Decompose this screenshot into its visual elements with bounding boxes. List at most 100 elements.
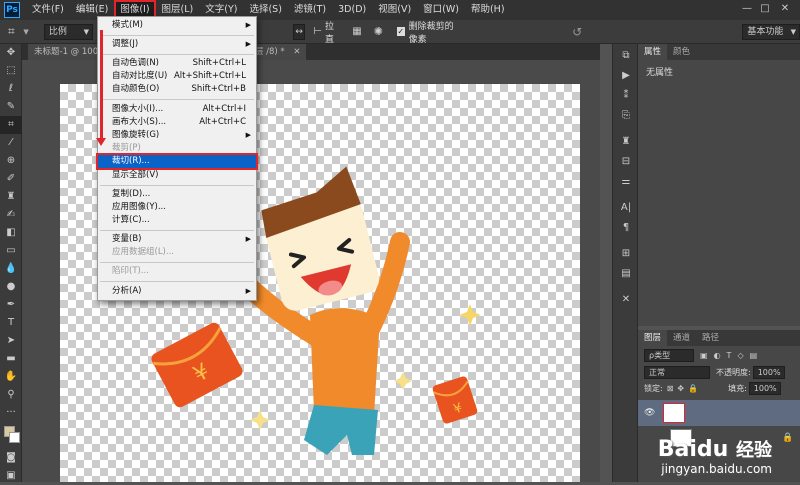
reset-icon[interactable]: ↺: [572, 25, 582, 39]
lock-all-icon[interactable]: 🔒: [688, 384, 698, 393]
move-tool-icon[interactable]: ✥: [0, 44, 22, 62]
blend-row: 正常 不透明度: 100%: [638, 364, 800, 380]
clone-source-icon[interactable]: ⎘: [613, 106, 639, 126]
menu-filter[interactable]: 滤镜(T): [288, 0, 332, 20]
visibility-eye-icon[interactable]: 👁: [644, 408, 655, 418]
adjustments-icon[interactable]: ⊟: [613, 152, 639, 172]
ratio-select[interactable]: 比例 ▼: [43, 23, 93, 40]
menu-item-canvas-size[interactable]: 画布大小(S)... Alt+Ctrl+C: [98, 116, 256, 129]
brush-tool-icon[interactable]: ✐: [0, 170, 22, 188]
menu-item-trim[interactable]: 裁切(R)...: [96, 153, 258, 170]
fill-input[interactable]: 100%: [748, 381, 781, 395]
blur-tool-icon[interactable]: 💧: [0, 260, 22, 278]
tab-color[interactable]: 颜色: [667, 44, 696, 60]
filter-shape-icon[interactable]: ◇: [737, 351, 743, 360]
menu-item-apply-image[interactable]: 应用图像(Y)...: [98, 201, 256, 214]
menu-3d[interactable]: 3D(D): [332, 0, 372, 20]
menu-item-mode[interactable]: 模式(M) ▶: [98, 19, 256, 32]
shape-tool-icon[interactable]: ▬: [0, 350, 22, 368]
grid-overlay-icon[interactable]: ▦: [352, 26, 361, 37]
blend-mode-select[interactable]: 正常: [644, 365, 710, 379]
menu-file[interactable]: 文件(F): [26, 0, 70, 20]
clear-button[interactable]: ↔: [293, 23, 306, 40]
brush-presets-icon[interactable]: ⁑: [613, 86, 639, 106]
menu-item-adjustments[interactable]: 调整(J) ▶: [98, 38, 256, 51]
stamp-tool-icon[interactable]: ♜: [0, 188, 22, 206]
workspace-select[interactable]: 基本功能 ▼: [742, 23, 800, 40]
tab-properties[interactable]: 属性: [638, 44, 668, 60]
sliders-icon[interactable]: ⚌: [613, 172, 639, 192]
menu-item-label: 陷印(T)...: [112, 266, 149, 276]
menu-item-analysis[interactable]: 分析(A) ▶: [98, 285, 256, 298]
menu-item-auto-color[interactable]: 自动颜色(O) Shift+Ctrl+B: [98, 83, 256, 96]
layer-filter-select[interactable]: ρ类型: [644, 348, 694, 362]
close-icon[interactable]: ✕: [293, 47, 300, 57]
menu-item-auto-tone[interactable]: 自动色调(N) Shift+Ctrl+L: [98, 57, 256, 70]
hand-tool-icon[interactable]: ✋: [0, 368, 22, 386]
tab-paths[interactable]: 路径: [696, 330, 725, 346]
eraser-tool-icon[interactable]: ◧: [0, 224, 22, 242]
menu-item-reveal-all[interactable]: 显示全部(V): [98, 169, 256, 182]
actions-play-icon[interactable]: ▶: [613, 66, 639, 86]
lock-pixels-icon[interactable]: ⊠: [667, 384, 674, 393]
menu-item-variables[interactable]: 变量(B) ▶: [98, 233, 256, 246]
type-tool-icon[interactable]: T: [0, 314, 22, 332]
sparkle: [459, 304, 481, 326]
opacity-input[interactable]: 100%: [752, 365, 785, 379]
healing-tool-icon[interactable]: ⊕: [0, 152, 22, 170]
path-select-tool-icon[interactable]: ➤: [0, 332, 22, 350]
close-button[interactable]: ✕: [778, 2, 792, 16]
tools-cross-icon[interactable]: ✕: [613, 290, 639, 310]
minimize-button[interactable]: —: [740, 2, 754, 16]
paragraph-panel-icon[interactable]: ¶: [613, 218, 639, 238]
gradient-tool-icon[interactable]: ▭: [0, 242, 22, 260]
photoshop-logo: Ps: [4, 2, 20, 18]
menu-help[interactable]: 帮助(H): [465, 0, 511, 20]
crop-icon[interactable]: ⌗: [8, 24, 23, 39]
tab-layers[interactable]: 图层: [638, 330, 668, 346]
menu-item-image-rotation[interactable]: 图像旋转(G) ▶: [98, 129, 256, 142]
pen-tool-icon[interactable]: ✒: [0, 296, 22, 314]
lock-move-icon[interactable]: ✥: [677, 384, 684, 393]
menu-item-image-size[interactable]: 图像大小(I)... Alt+Ctrl+I: [98, 103, 256, 116]
blue-pants: [304, 405, 378, 455]
menu-window[interactable]: 窗口(W): [417, 0, 465, 20]
dodge-tool-icon[interactable]: ●: [0, 278, 22, 296]
zoom-tool-icon[interactable]: ⚲: [0, 386, 22, 404]
layer-comps-icon[interactable]: ⊞: [613, 244, 639, 264]
crop-tool-icon[interactable]: ⌗: [0, 116, 22, 134]
layer-row[interactable]: 👁: [638, 400, 800, 426]
maximize-button[interactable]: □: [758, 2, 772, 16]
straighten-icon[interactable]: ⊢: [313, 26, 322, 37]
history-panel-icon[interactable]: ⧉: [613, 46, 639, 66]
filter-pixel-icon[interactable]: ▣: [700, 351, 708, 360]
marquee-tool-icon[interactable]: ⬚: [0, 62, 22, 80]
screen-mode-icon[interactable]: ▣: [0, 467, 22, 485]
history-brush-icon[interactable]: ✍: [0, 206, 22, 224]
settings-gear-icon[interactable]: ✺: [374, 25, 383, 38]
eyedropper-tool-icon[interactable]: ⁄: [0, 134, 22, 152]
tool-presets-icon[interactable]: ♜: [613, 132, 639, 152]
filter-smart-icon[interactable]: ▤: [750, 351, 758, 360]
menu-view[interactable]: 视图(V): [372, 0, 417, 20]
quick-select-tool-icon[interactable]: ✎: [0, 98, 22, 116]
delete-cropped-checkbox[interactable]: ✓: [396, 27, 405, 36]
character-panel-icon[interactable]: A|: [613, 198, 639, 218]
menu-item-duplicate[interactable]: 复制(D)...: [98, 188, 256, 201]
tools-panel: ✥ ⬚ ℓ ✎ ⌗ ⁄ ⊕ ✐ ♜ ✍ ◧ ▭ 💧 ● ✒ T ➤ ▬ ✋ ⚲ …: [0, 44, 22, 482]
menu-item-label: 模式(M): [112, 20, 143, 30]
menu-item-auto-contrast[interactable]: 自动对比度(U) Alt+Shift+Ctrl+L: [98, 70, 256, 83]
background-color-swatch[interactable]: [9, 432, 20, 443]
filter-type-icon[interactable]: T: [727, 351, 732, 360]
more-tools-icon[interactable]: ···: [0, 404, 22, 422]
lasso-tool-icon[interactable]: ℓ: [0, 80, 22, 98]
quick-mask-icon[interactable]: ◙: [0, 449, 22, 467]
character-head: [261, 166, 380, 311]
menu-separator: [100, 230, 254, 231]
filter-adjust-icon[interactable]: ◐: [714, 351, 721, 360]
menu-item-calculations[interactable]: 计算(C)...: [98, 214, 256, 227]
crop-tool-arrow-icon[interactable]: ▼: [23, 28, 32, 36]
tab-channels[interactable]: 通道: [667, 330, 696, 346]
notes-panel-icon[interactable]: ▤: [613, 264, 639, 284]
fill-label: 填充:: [728, 383, 747, 393]
